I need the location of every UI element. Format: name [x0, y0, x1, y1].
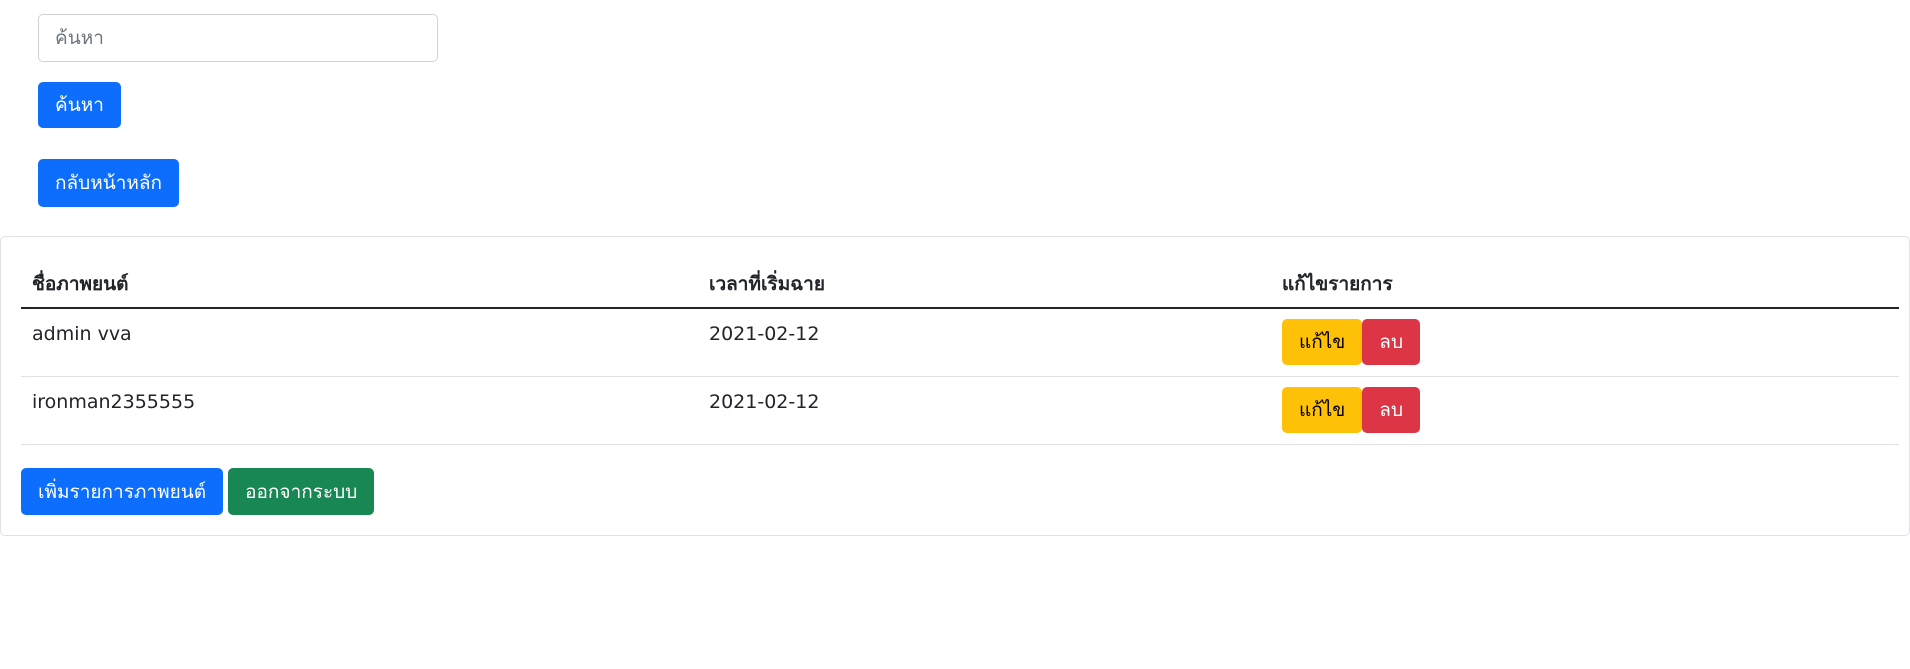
search-input[interactable] — [38, 14, 438, 62]
actions-cell: แก้ไข ลบ — [1271, 376, 1899, 445]
back-home-button[interactable]: กลับหน้าหลัก — [38, 159, 180, 207]
table-row: admin vva 2021-02-12 แก้ไข ลบ — [21, 308, 1899, 377]
footer-actions: เพิ่มรายการภาพยนต์ ออกจากระบบ — [21, 468, 375, 515]
table-header-row: ชื่อภาพยนต์ เวลาที่เริ่มฉาย แก้ไขรายการ — [21, 261, 1899, 309]
edit-button[interactable]: แก้ไข — [1282, 319, 1363, 365]
header-actions: แก้ไขรายการ — [1271, 261, 1899, 309]
start-time-cell: 2021-02-12 — [698, 376, 1271, 445]
add-movie-button[interactable]: เพิ่มรายการภาพยนต์ — [21, 468, 224, 515]
start-time-cell: 2021-02-12 — [698, 308, 1271, 377]
edit-button[interactable]: แก้ไข — [1282, 386, 1363, 433]
movie-table: ชื่อภาพยนต์ เวลาที่เริ่มฉาย แก้ไขรายการ … — [21, 261, 1899, 445]
movie-list-card: ชื่อภาพยนต์ เวลาที่เริ่มฉาย แก้ไขรายการ … — [0, 236, 1910, 536]
header-movie-name: ชื่อภาพยนต์ — [21, 261, 698, 309]
movie-name-cell: ironman2355555 — [21, 376, 698, 445]
header-start-time: เวลาที่เริ่มฉาย — [698, 261, 1271, 309]
table-row: ironman2355555 2021-02-12 แก้ไข ลบ — [21, 376, 1899, 445]
movie-name-cell: admin vva — [21, 308, 698, 377]
delete-button[interactable]: ลบ — [1362, 319, 1421, 365]
search-button[interactable]: ค้นหา — [38, 82, 121, 128]
search-area: ค้นหา กลับหน้าหลัก — [0, 0, 1910, 236]
delete-button[interactable]: ลบ — [1362, 386, 1421, 433]
actions-cell: แก้ไข ลบ — [1271, 308, 1899, 377]
logout-button[interactable]: ออกจากระบบ — [228, 468, 375, 515]
